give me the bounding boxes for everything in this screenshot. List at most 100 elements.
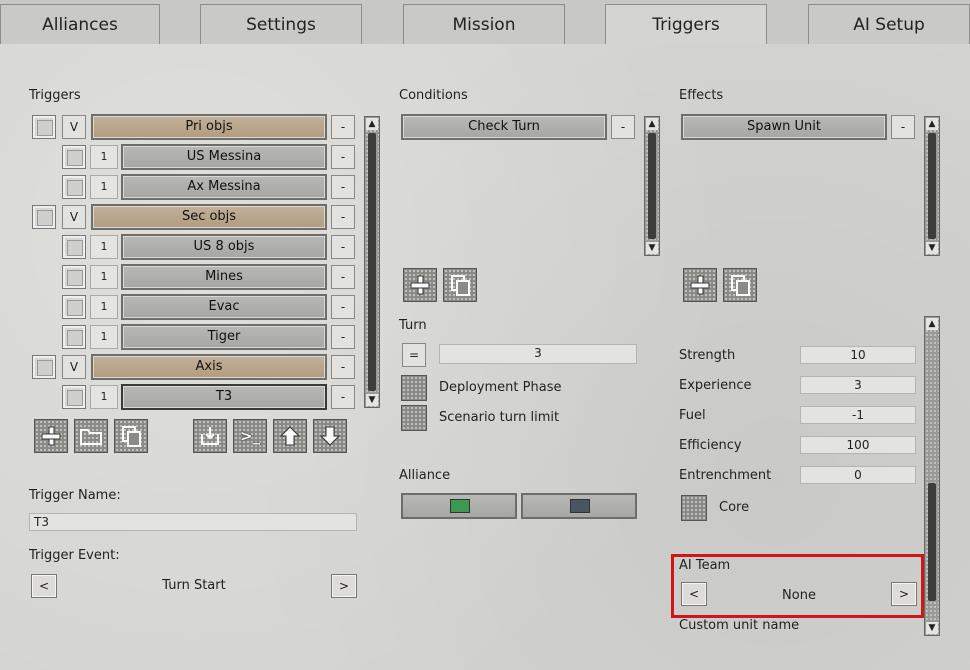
- scroll-up-arrow-icon[interactable]: ▲: [926, 118, 938, 130]
- scroll-thumb[interactable]: [928, 133, 936, 239]
- trigger-list-scrollbar[interactable]: ▲ ▼: [364, 116, 380, 408]
- remove-trigger-button[interactable]: -: [331, 325, 355, 349]
- trigger-group-checkbox[interactable]: [32, 355, 56, 379]
- remove-trigger-button[interactable]: -: [331, 295, 355, 319]
- copy-icon: [122, 426, 141, 447]
- trigger-item-count[interactable]: 1: [90, 325, 118, 349]
- scroll-thumb[interactable]: [648, 133, 656, 239]
- scroll-down-arrow-icon[interactable]: ▼: [366, 394, 378, 406]
- trigger-item-checkbox[interactable]: [62, 265, 86, 289]
- conditions-scrollbar[interactable]: ▲ ▼: [644, 116, 660, 256]
- turn-operator-button[interactable]: =: [402, 343, 426, 367]
- copy-effect-button[interactable]: [723, 268, 757, 302]
- fuel-label: Fuel: [679, 408, 706, 423]
- add-condition-button[interactable]: [403, 268, 437, 302]
- trigger-group-checkbox[interactable]: [32, 205, 56, 229]
- move-down-button[interactable]: [313, 419, 347, 453]
- alliance-green-button[interactable]: [401, 493, 517, 519]
- trigger-item-row[interactable]: Evac: [121, 294, 327, 320]
- fuel-input[interactable]: -1: [800, 406, 916, 424]
- alliance-gray-button[interactable]: [521, 493, 637, 519]
- remove-trigger-button[interactable]: -: [331, 265, 355, 289]
- copy-condition-button[interactable]: [443, 268, 477, 302]
- tab-mission[interactable]: Mission: [403, 4, 565, 44]
- remove-effect-button[interactable]: -: [891, 115, 915, 139]
- alliance-swatch: [450, 499, 470, 513]
- trigger-event-label: Trigger Event:: [29, 548, 120, 563]
- tab-ai-setup[interactable]: AI Setup: [808, 4, 970, 44]
- scroll-thumb[interactable]: [928, 483, 936, 601]
- scroll-down-arrow-icon[interactable]: ▼: [926, 622, 938, 634]
- condition-item[interactable]: Check Turn: [401, 114, 607, 140]
- experience-input[interactable]: 3: [800, 376, 916, 394]
- scroll-up-arrow-icon[interactable]: ▲: [926, 318, 938, 330]
- add-trigger-button[interactable]: [34, 419, 68, 453]
- scroll-thumb[interactable]: [368, 133, 376, 391]
- remove-trigger-button[interactable]: -: [331, 235, 355, 259]
- trigger-item-row[interactable]: Mines: [121, 264, 327, 290]
- trigger-item-checkbox[interactable]: [62, 145, 86, 169]
- efficiency-input[interactable]: 100: [800, 436, 916, 454]
- trigger-event-prev-button[interactable]: <: [31, 574, 57, 598]
- trigger-name-input[interactable]: T3: [29, 513, 357, 531]
- remove-trigger-button[interactable]: -: [331, 205, 355, 229]
- tab-triggers[interactable]: Triggers: [605, 4, 767, 46]
- trigger-group-toggle-button[interactable]: V: [62, 355, 86, 379]
- trigger-item-row[interactable]: T3: [121, 384, 327, 410]
- trigger-item-count[interactable]: 1: [90, 295, 118, 319]
- deployment-phase-checkbox[interactable]: [401, 375, 427, 401]
- trigger-group-row[interactable]: Sec objs: [91, 204, 327, 230]
- trigger-item-checkbox[interactable]: [62, 325, 86, 349]
- trigger-item-row[interactable]: US Messina: [121, 144, 327, 170]
- scroll-down-arrow-icon[interactable]: ▼: [646, 242, 658, 254]
- scroll-up-arrow-icon[interactable]: ▲: [366, 118, 378, 130]
- effects-scrollbar[interactable]: ▲ ▼: [924, 116, 940, 256]
- trigger-group-checkbox[interactable]: [32, 115, 56, 139]
- console-button[interactable]: >_: [233, 419, 267, 453]
- trigger-item-row[interactable]: Ax Messina: [121, 174, 327, 200]
- tab-settings[interactable]: Settings: [200, 4, 362, 44]
- scenario-turn-limit-checkbox[interactable]: [401, 405, 427, 431]
- remove-trigger-button[interactable]: -: [331, 175, 355, 199]
- trigger-item-count[interactable]: 1: [90, 145, 118, 169]
- trigger-group-toggle-button[interactable]: V: [62, 205, 86, 229]
- trigger-item-count[interactable]: 1: [90, 265, 118, 289]
- trigger-item-row[interactable]: Tiger: [121, 324, 327, 350]
- strength-input[interactable]: 10: [800, 346, 916, 364]
- trigger-item-count[interactable]: 1: [90, 175, 118, 199]
- core-checkbox[interactable]: [681, 495, 707, 521]
- add-group-button[interactable]: [74, 419, 108, 453]
- trigger-group-toggle-button[interactable]: V: [62, 115, 86, 139]
- trigger-item-checkbox[interactable]: [62, 385, 86, 409]
- experience-label: Experience: [679, 378, 752, 393]
- move-up-button[interactable]: [273, 419, 307, 453]
- trigger-item-count[interactable]: 1: [90, 235, 118, 259]
- trigger-event-next-button[interactable]: >: [331, 574, 357, 598]
- plus-icon: [410, 275, 430, 295]
- scroll-up-arrow-icon[interactable]: ▲: [646, 118, 658, 130]
- remove-trigger-button[interactable]: -: [331, 385, 355, 409]
- import-trigger-button[interactable]: [193, 419, 227, 453]
- effect-params-scrollbar[interactable]: ▲ ▼: [924, 316, 940, 636]
- trigger-group-row[interactable]: Pri objs: [91, 114, 327, 140]
- remove-condition-button[interactable]: -: [611, 115, 635, 139]
- trigger-item-count[interactable]: 1: [90, 385, 118, 409]
- copy-trigger-button[interactable]: [114, 419, 148, 453]
- remove-trigger-button[interactable]: -: [331, 145, 355, 169]
- entrenchment-input[interactable]: 0: [800, 466, 916, 484]
- trigger-item-checkbox[interactable]: [62, 295, 86, 319]
- scroll-down-arrow-icon[interactable]: ▼: [926, 242, 938, 254]
- add-effect-button[interactable]: [683, 268, 717, 302]
- trigger-item-row[interactable]: US 8 objs: [121, 234, 327, 260]
- remove-trigger-button[interactable]: -: [331, 355, 355, 379]
- core-label: Core: [719, 500, 750, 515]
- trigger-item-checkbox[interactable]: [62, 235, 86, 259]
- remove-trigger-button[interactable]: -: [331, 115, 355, 139]
- effect-item[interactable]: Spawn Unit: [681, 114, 887, 140]
- tab-alliances[interactable]: Alliances: [0, 4, 160, 44]
- folder-icon: [80, 429, 102, 445]
- trigger-item-checkbox[interactable]: [62, 175, 86, 199]
- trigger-group-row[interactable]: Axis: [91, 354, 327, 380]
- arrow-down-icon: [319, 426, 341, 446]
- turn-value-input[interactable]: 3: [439, 344, 637, 364]
